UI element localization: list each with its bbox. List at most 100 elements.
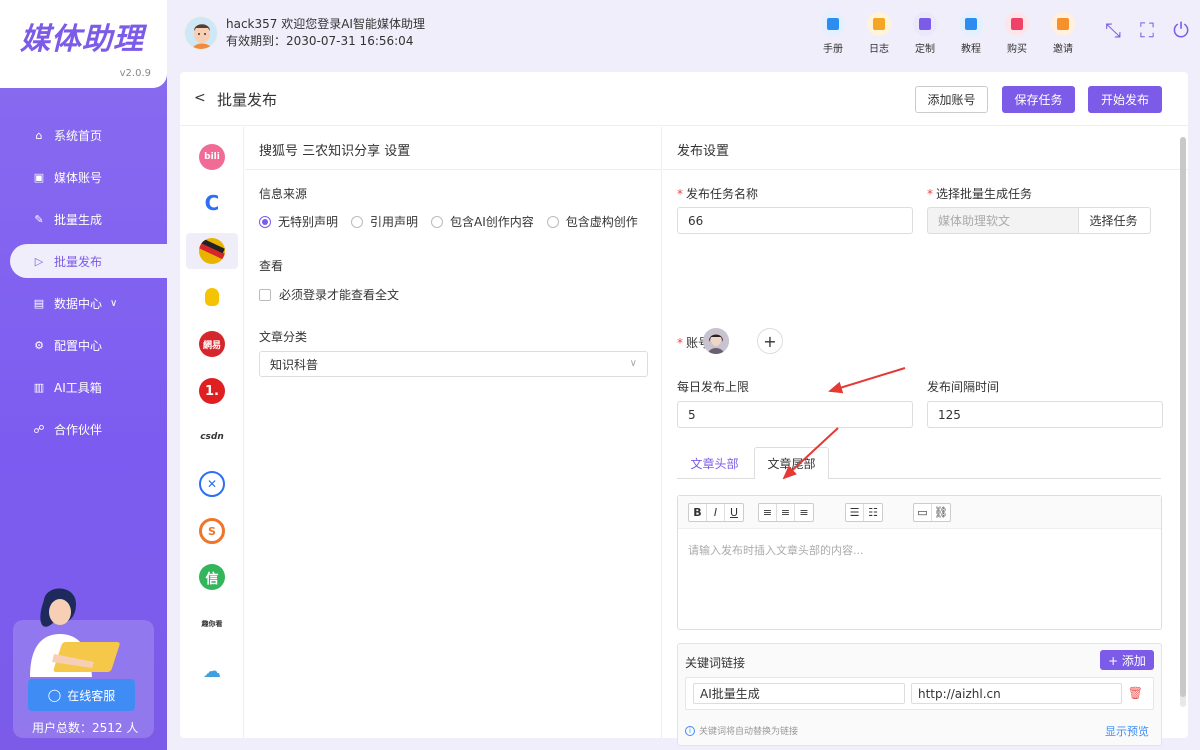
tool-custom[interactable]: 定制 xyxy=(902,12,948,55)
tool-label: 手册 xyxy=(823,44,843,55)
list-group: ☰ ☷ xyxy=(845,503,883,522)
tab-article-header[interactable]: 文章头部 xyxy=(677,447,752,479)
tool-label: 教程 xyxy=(961,44,981,55)
align-right-icon[interactable]: ≡ xyxy=(795,504,813,521)
keyword-text-input[interactable]: AI批量生成 xyxy=(693,683,905,704)
add-account-button[interactable]: 添加账号 xyxy=(915,86,988,113)
source-option-cite[interactable]: 引用声明 xyxy=(351,213,418,230)
home-icon: ⌂ xyxy=(35,128,43,142)
tool-label: 邀请 xyxy=(1053,44,1073,55)
tool-manual[interactable]: 手册 xyxy=(810,12,856,55)
welcome-text: hack357 欢迎您登录AI智能媒体助理 xyxy=(226,17,425,31)
sidebar-item-home[interactable]: ⌂ 系统首页 xyxy=(0,118,167,152)
daily-limit-input[interactable]: 5 xyxy=(677,401,913,428)
sidebar-item-data-center[interactable]: ▤ 数据中心 ∨ xyxy=(0,286,167,320)
partners-icon: ☍ xyxy=(33,422,45,436)
platform-wangxin[interactable]: 信 xyxy=(186,559,238,595)
platform-netease[interactable]: 網易 xyxy=(186,326,238,362)
format-group: B I U xyxy=(688,503,744,522)
sidebar-item-media-accounts[interactable]: ▣ 媒体账号 xyxy=(0,160,167,194)
platform-sohu[interactable] xyxy=(186,233,238,269)
sidebar-item-batch-publish[interactable]: ▷ 批量发布 xyxy=(10,244,167,278)
expand-icon[interactable]: ⛶ xyxy=(1130,18,1164,42)
invite-icon xyxy=(1051,12,1075,36)
source-option-none[interactable]: 无特别声明 xyxy=(259,213,338,230)
sidebar: 媒体助理 v2.0.9 ⌂ 系统首页 ▣ 媒体账号 ✎ 批量生成 ▷ 批量发布 … xyxy=(0,0,167,750)
source-option-fiction[interactable]: 包含虚构创作 xyxy=(546,213,638,230)
keyword-link-box: 关键词链接 + 添加 AI批量生成 http://aizhl.cn 🗑 i 关键… xyxy=(677,643,1162,746)
trash-icon[interactable]: 🗑 xyxy=(1128,686,1143,700)
bullet-list-icon[interactable]: ☰ xyxy=(846,504,864,521)
online-support-button[interactable]: ◯ 在线客服 xyxy=(28,679,135,711)
source-label: 信息来源 xyxy=(259,187,308,201)
add-keyword-button[interactable]: + 添加 xyxy=(1100,650,1154,670)
publish-settings-panel: 发布设置 *发布任务名称 66 *选择批量生成任务 媒体助理软文 选择任务 *账… xyxy=(663,127,1188,746)
link-icon[interactable]: ⛓ xyxy=(932,504,950,521)
s-icon: S xyxy=(199,518,225,544)
category-select[interactable]: 知识科普 ∨ xyxy=(259,351,648,377)
tool-buy[interactable]: 购买 xyxy=(994,12,1040,55)
tool-invite[interactable]: 邀请 xyxy=(1040,12,1086,55)
platform-c[interactable]: C xyxy=(186,185,238,221)
platform-bilibili[interactable]: bili xyxy=(186,139,238,175)
source-option-ai[interactable]: 包含AI创作内容 xyxy=(431,213,534,230)
platform-x[interactable]: ✕ xyxy=(186,466,238,502)
sidebar-item-partners[interactable]: ☍ 合作伙伴 xyxy=(0,412,167,446)
ordered-list-icon[interactable]: ☷ xyxy=(864,504,882,521)
collapse-icon[interactable]: ⤡ xyxy=(1096,18,1130,42)
user-total: 用户总数：2512 人 xyxy=(32,721,139,735)
online-support-label: 在线客服 xyxy=(67,688,116,703)
italic-button[interactable]: I xyxy=(707,504,725,521)
bold-button[interactable]: B xyxy=(689,504,707,521)
scrollbar[interactable] xyxy=(1180,137,1186,707)
save-task-button[interactable]: 保存任务 xyxy=(1002,86,1075,113)
c-icon: C xyxy=(199,190,225,216)
daily-limit-label: 每日发布上限 xyxy=(677,380,750,394)
article-header-editor[interactable]: B I U ≡ ≡ ≡ ☰ ☷ ▭ ⛓ 请输入发布时插入文章头部的内容... xyxy=(677,495,1162,630)
view-label: 查看 xyxy=(259,259,284,273)
data-icon: ▤ xyxy=(33,296,45,310)
start-publish-button[interactable]: 开始发布 xyxy=(1088,86,1162,113)
platform-csdn[interactable]: csdn xyxy=(186,419,238,455)
platform-list: bili C 網易 1. csdn ✕ S 信 趣你看 ☁ xyxy=(180,127,244,738)
platform-penguin[interactable] xyxy=(186,279,238,315)
cloud-icon: ☁ xyxy=(199,658,225,684)
account-avatar[interactable] xyxy=(703,328,729,354)
send-icon: ▷ xyxy=(34,254,44,268)
align-center-icon[interactable]: ≡ xyxy=(777,504,795,521)
underline-button[interactable]: U xyxy=(725,504,743,521)
show-preview-link[interactable]: 显示预览 xyxy=(1105,723,1149,739)
platform-jm[interactable]: 趣你看 xyxy=(186,606,238,642)
tutorial-icon xyxy=(959,12,983,36)
platform-yidian[interactable]: 1. xyxy=(186,373,238,409)
chevron-down-icon: ∨ xyxy=(629,358,637,369)
task-name-input[interactable]: 66 xyxy=(677,207,913,234)
back-icon[interactable]: < xyxy=(194,90,206,106)
tab-article-footer[interactable]: 文章尾部 xyxy=(754,447,829,479)
select-task-button[interactable]: 选择任务 xyxy=(1077,207,1151,234)
login-required-checkbox[interactable]: 必须登录才能查看全文 xyxy=(259,286,399,303)
tool-tutorial[interactable]: 教程 xyxy=(948,12,994,55)
app-logo: 媒体助理 xyxy=(20,22,144,57)
sidebar-item-label: 批量发布 xyxy=(54,254,103,269)
interval-input[interactable]: 125 xyxy=(927,401,1163,428)
add-account-plus-icon[interactable]: + xyxy=(757,328,783,354)
image-icon[interactable]: ▭ xyxy=(914,504,932,521)
platform-s[interactable]: S xyxy=(186,513,238,549)
interval-label: 发布间隔时间 xyxy=(927,380,1000,394)
task-name-label: * 发布任务名称 xyxy=(677,187,759,201)
tool-log[interactable]: 日志 xyxy=(856,12,902,55)
align-left-icon[interactable]: ≡ xyxy=(759,504,777,521)
keyword-url-input[interactable]: http://aizhl.cn xyxy=(911,683,1122,704)
sidebar-item-batch-generate[interactable]: ✎ 批量生成 xyxy=(0,202,167,236)
platform-cloud[interactable]: ☁ xyxy=(186,653,238,689)
sidebar-item-label: 系统首页 xyxy=(54,128,103,143)
sidebar-item-ai-toolbox[interactable]: ▥ AI工具箱 xyxy=(0,370,167,404)
jm-icon: 趣你看 xyxy=(192,611,232,637)
power-icon[interactable]: ⏻ xyxy=(1164,18,1198,42)
user-avatar[interactable] xyxy=(184,16,218,50)
custom-icon xyxy=(913,12,937,36)
tool-label: 日志 xyxy=(869,44,889,55)
sidebar-item-config-center[interactable]: ⚙ 配置中心 xyxy=(0,328,167,362)
keyword-note: i 关键词将自动替换为链接 xyxy=(685,724,798,737)
